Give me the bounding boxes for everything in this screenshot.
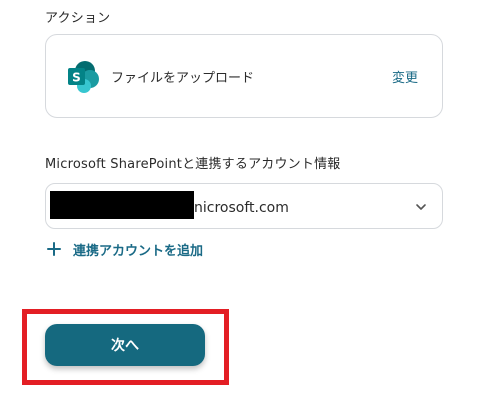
account-select[interactable]: nicrosoft.com (45, 183, 443, 229)
add-account-link[interactable]: 連携アカウントを追加 (47, 239, 203, 259)
next-button[interactable]: 次へ (45, 324, 205, 366)
add-account-label: 連携アカウントを追加 (73, 243, 204, 259)
account-value: nicrosoft.com (50, 191, 289, 219)
sharepoint-logo-icon: S (68, 61, 99, 93)
sharepoint-action-settings-page: アクション S ファイルをアップロード 変更 Microsoft SharePo… (0, 0, 495, 406)
chevron-down-icon (416, 204, 426, 210)
action-name: ファイルをアップロード (111, 71, 255, 86)
account-email-suffix: nicrosoft.com (194, 200, 289, 216)
change-action-link[interactable]: 変更 (392, 67, 418, 86)
action-card: S ファイルをアップロード 変更 (45, 34, 443, 118)
action-section-label: アクション (45, 11, 111, 26)
redacted-email-block (50, 191, 194, 219)
plus-icon (47, 242, 61, 256)
svg-text:S: S (72, 71, 81, 85)
account-section-label: Microsoft SharePointと連携するアカウント情報 (45, 157, 341, 172)
